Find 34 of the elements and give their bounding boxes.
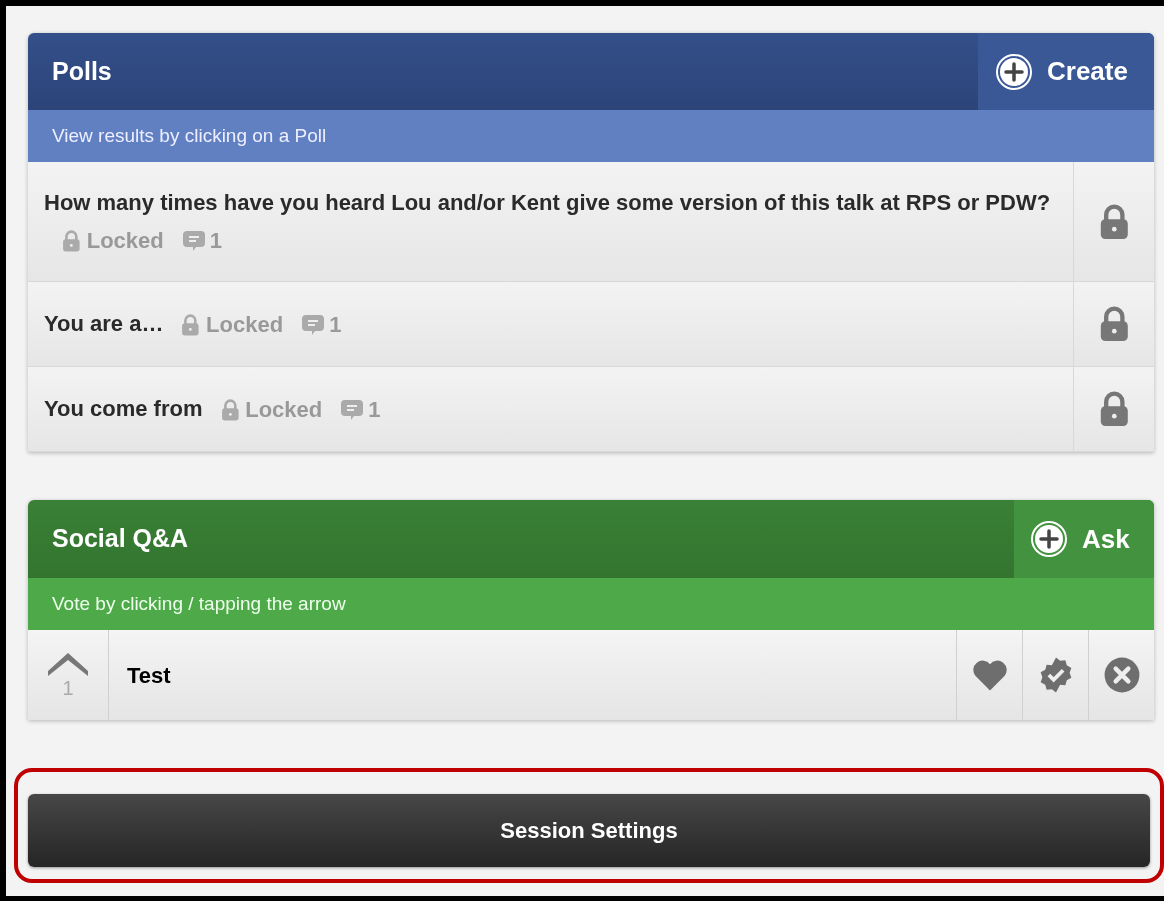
up-arrow-icon <box>48 650 88 676</box>
comment-count: 1 <box>209 227 222 256</box>
locked-label: Locked <box>245 396 323 425</box>
poll-question: You come from Locked 1 <box>44 389 381 429</box>
comment-icon <box>301 312 326 337</box>
comment-count: 1 <box>329 311 342 340</box>
lock-icon <box>1098 306 1130 342</box>
lock-icon <box>62 229 81 252</box>
poll-row[interactable]: You come from Locked 1 <box>28 367 1154 452</box>
lock-icon <box>181 313 201 336</box>
poll-row[interactable]: You are a… Locked 1 <box>28 282 1154 367</box>
question-text: Test <box>126 661 172 690</box>
panel-title: Polls <box>51 55 113 87</box>
comment-icon <box>181 228 206 253</box>
plus-circle-icon <box>995 52 1033 91</box>
ask-button[interactable]: Ask <box>1014 500 1154 578</box>
close-icon <box>1102 656 1141 694</box>
locked-label: Locked <box>86 227 164 256</box>
social-qa-subtitle: Vote by clicking / tapping the arrow <box>28 578 1154 630</box>
plus-circle-icon <box>1030 520 1068 558</box>
poll-question: How many times have you heard Lou and/or Kent give some version of this talk at RPS or PDW? Locked 1 <box>44 183 1053 260</box>
heart-icon <box>970 658 1009 692</box>
locked-label: Locked <box>206 311 284 340</box>
poll-question: You are a… Locked 1 <box>44 304 342 344</box>
polls-subtitle: View results by clicking on a Poll <box>28 110 1154 162</box>
create-button[interactable]: Create <box>978 33 1154 110</box>
lock-icon <box>1098 391 1130 427</box>
comment-count: 1 <box>368 396 381 425</box>
comment-icon <box>340 397 365 422</box>
panel-title: Social Q&A <box>51 523 190 555</box>
lock-icon <box>220 398 240 421</box>
session-settings-button[interactable]: Session Settings <box>28 794 1150 867</box>
lock-icon <box>1098 203 1130 240</box>
poll-row[interactable]: How many times have you heard Lou and/or Kent give some version of this talk at RPS or PDW? Locked 1 <box>28 162 1154 282</box>
